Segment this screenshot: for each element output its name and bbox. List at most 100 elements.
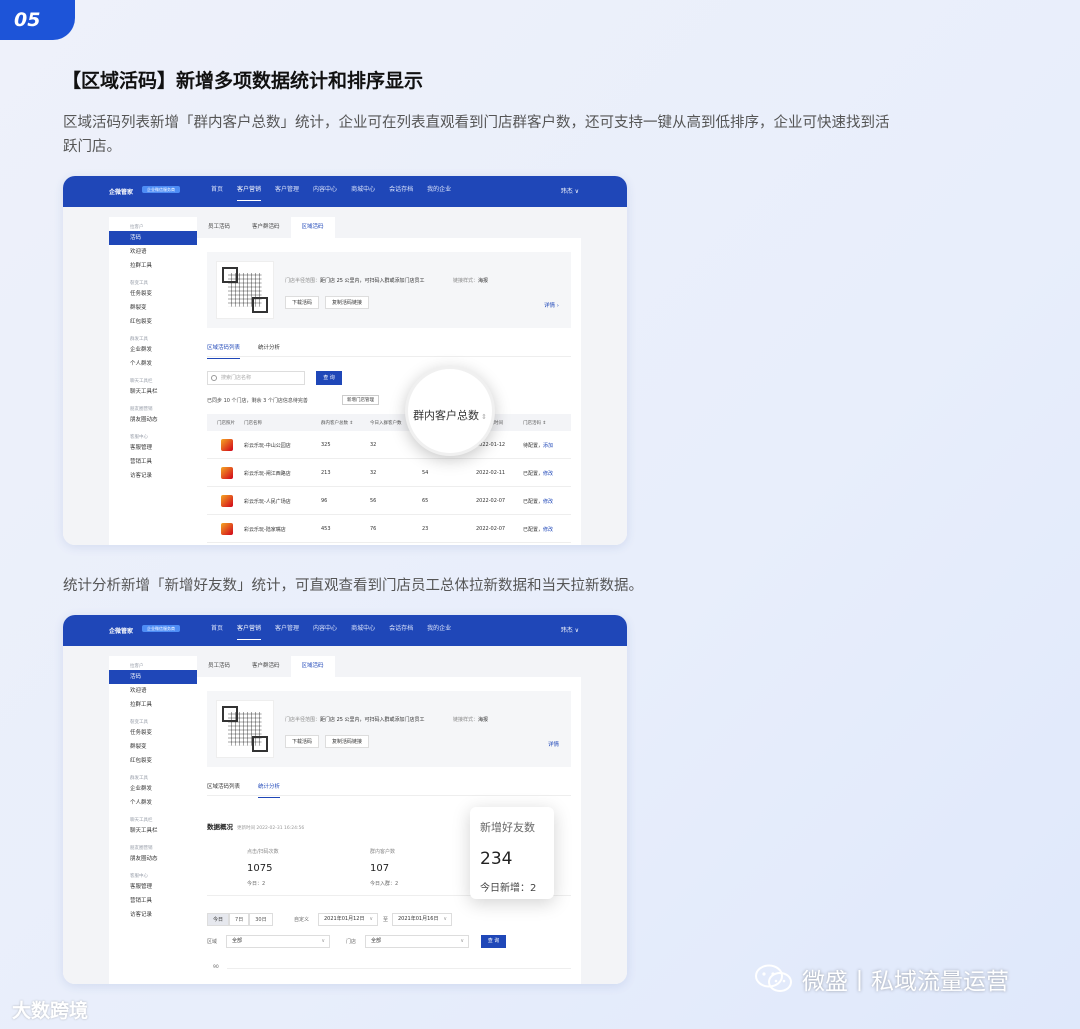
qr-summary-card: 门店半径范围：距门店 25 公里内，可扫码入群或添加门店员工 链接样式：海报 下… <box>207 252 571 328</box>
tab-group-code[interactable]: 客户群活码 <box>241 656 291 677</box>
qr-radius-info: 门店半径范围：距门店 25 公里内，可扫码入群或添加门店员工 <box>285 716 425 723</box>
download-code-button[interactable]: 下载活码 <box>285 296 320 309</box>
sidebar-item-group-fission[interactable]: 群裂变 <box>109 740 197 754</box>
nav-customer-marketing[interactable]: 客户营销 <box>230 615 268 646</box>
sidebar-item-chat-toolbar[interactable]: 聊天工具栏 <box>109 385 197 399</box>
row-action-link[interactable]: 修改 <box>543 499 553 505</box>
tab-area-code-list[interactable]: 区域活码列表 <box>207 343 241 359</box>
app-canvas: 拉客户 活码 欢迎语 拉群工具 裂变工具 任务裂变 群裂变 红包裂变 群发工具 … <box>63 207 627 545</box>
tab-area-code-list[interactable]: 区域活码列表 <box>207 782 240 795</box>
store-select[interactable]: 全部 ∨ <box>365 935 469 948</box>
nav-customer-marketing[interactable]: 客户营销 <box>230 176 268 207</box>
app-brand: 企微管家 <box>109 628 134 635</box>
sidebar-item-live-code[interactable]: 活码 <box>109 231 197 245</box>
custom-label: 自定义 <box>294 917 310 923</box>
store-search-input[interactable]: 搜索门店名称 <box>207 371 305 385</box>
store-logo <box>221 523 233 535</box>
sidebar-item-enterprise-broadcast[interactable]: 企业群发 <box>109 343 197 357</box>
updated-time: 更新时间 2022-02-31 16:24:56 <box>237 826 305 831</box>
range-7d[interactable]: 7日 <box>229 913 250 926</box>
sidebar-item-visitor-records[interactable]: 访客记录 <box>109 469 197 483</box>
tab-area-code[interactable]: 区域活码 <box>290 217 335 238</box>
region-value: 全部 <box>232 938 243 944</box>
region-select[interactable]: 全部 ∨ <box>226 935 330 948</box>
nav-my-enterprise[interactable]: 我的企业 <box>420 615 458 646</box>
col-group-total[interactable]: 群内客户总数 ⇕ <box>321 420 353 426</box>
date-from-picker[interactable]: 2021年01月12日 ∨ <box>318 913 378 926</box>
sidebar-item-service-management[interactable]: 客服管理 <box>109 441 197 455</box>
store-logo <box>221 467 233 479</box>
nav-mall-center[interactable]: 商城中心 <box>344 176 382 207</box>
detail-link[interactable]: 详情 › <box>544 301 559 309</box>
sidebar-item-group-tool[interactable]: 拉群工具 <box>109 698 197 712</box>
nav-content-center[interactable]: 内容中心 <box>306 615 344 646</box>
nav-customer-management[interactable]: 客户管理 <box>268 615 306 646</box>
row-action-link[interactable]: 修改 <box>543 527 553 533</box>
sidebar-item-task-fission[interactable]: 任务裂变 <box>109 726 197 740</box>
query-button[interactable]: 查 询 <box>316 371 342 385</box>
nav-content-center[interactable]: 内容中心 <box>306 176 344 207</box>
status-text: 待配置， <box>523 443 544 449</box>
today-join: 76 <box>370 526 377 532</box>
sidebar-item-redpacket-fission[interactable]: 红包裂变 <box>109 315 197 329</box>
sidebar-item-group-fission[interactable]: 群裂变 <box>109 301 197 315</box>
nav-customer-management[interactable]: 客户管理 <box>268 176 306 207</box>
sidebar-group: 拉客户 <box>130 664 144 669</box>
chart-gridline <box>227 968 571 969</box>
watermark-left-text: 大数跨境 <box>12 1000 89 1022</box>
today-join: 32 <box>370 442 377 448</box>
tab-staff-code[interactable]: 员工活码 <box>197 656 241 677</box>
wechat-icon <box>754 963 794 995</box>
user-menu[interactable]: 玮杰 ∨ <box>561 625 579 634</box>
sidebar-item-marketing-tools[interactable]: 营销工具 <box>109 894 197 908</box>
tab-area-code[interactable]: 区域活码 <box>290 656 335 677</box>
nav-home[interactable]: 首页 <box>204 176 230 207</box>
tab-group-code[interactable]: 客户群活码 <box>241 217 291 238</box>
app-topbar: 企微管家 企业微信服务商 首页 客户营销 客户管理 内容中心 商城中心 会话存档… <box>63 615 627 646</box>
date-to-picker[interactable]: 2021年01月16日 ∨ <box>392 913 452 926</box>
download-code-button[interactable]: 下载活码 <box>285 735 320 748</box>
sidebar-item-visitor-records[interactable]: 访客记录 <box>109 908 197 922</box>
range-30d[interactable]: 30日 <box>249 913 273 926</box>
nav-home[interactable]: 首页 <box>204 615 230 646</box>
stats-query-button[interactable]: 查 询 <box>481 935 506 948</box>
sidebar-item-moments[interactable]: 朋友圈动态 <box>109 852 197 866</box>
sidebar-item-personal-broadcast[interactable]: 个人群发 <box>109 796 197 810</box>
col-store-code[interactable]: 门店活码 ⇕ <box>523 420 546 426</box>
new-friends-popup: 新增好友数 234 今日新增：2 <box>470 807 554 899</box>
store-name: 彩云乐玩-陆家嘴店 <box>244 527 286 533</box>
range-tabs: 今日 7日 30日 <box>207 913 273 926</box>
main-nav: 首页 客户营销 客户管理 内容中心 商城中心 会话存档 我的企业 <box>204 176 458 207</box>
sidebar-item-personal-broadcast[interactable]: 个人群发 <box>109 357 197 371</box>
tab-statistics[interactable]: 统计分析 <box>258 782 281 798</box>
sidebar-item-welcome[interactable]: 欢迎语 <box>109 245 197 259</box>
sidebar-item-welcome[interactable]: 欢迎语 <box>109 684 197 698</box>
sidebar-item-marketing-tools[interactable]: 营销工具 <box>109 455 197 469</box>
sidebar-item-enterprise-broadcast[interactable]: 企业群发 <box>109 782 197 796</box>
detail-link[interactable]: 详情 <box>548 740 559 748</box>
nav-session-archive[interactable]: 会话存档 <box>382 176 420 207</box>
row-action-link[interactable]: 修改 <box>543 471 553 477</box>
sidebar-item-service-management[interactable]: 客服管理 <box>109 880 197 894</box>
updated-date: 2022-02-07 <box>476 526 506 532</box>
tab-staff-code[interactable]: 员工活码 <box>197 217 241 238</box>
copy-link-button[interactable]: 复制活码链接 <box>325 296 370 309</box>
row-action-link[interactable]: 添加 <box>543 443 553 449</box>
nav-mall-center[interactable]: 商城中心 <box>344 615 382 646</box>
sidebar-item-task-fission[interactable]: 任务裂变 <box>109 287 197 301</box>
sidebar-item-redpacket-fission[interactable]: 红包裂变 <box>109 754 197 768</box>
nav-my-enterprise[interactable]: 我的企业 <box>420 176 458 207</box>
range-today[interactable]: 今日 <box>207 913 230 926</box>
sidebar-item-moments[interactable]: 朋友圈动态 <box>109 413 197 427</box>
sidebar-group: 客服中心 <box>130 874 148 879</box>
add-store-button[interactable]: 新增门店管理 <box>342 395 379 405</box>
tab-statistics[interactable]: 统计分析 <box>258 343 280 356</box>
metric-label: 点击/扫码次数 <box>247 849 279 855</box>
sidebar-item-chat-toolbar[interactable]: 聊天工具栏 <box>109 824 197 838</box>
copy-link-button[interactable]: 复制活码链接 <box>325 735 370 748</box>
sidebar-item-live-code[interactable]: 活码 <box>109 670 197 684</box>
watermark-left: 大数跨境 <box>12 996 88 1023</box>
sidebar-item-group-tool[interactable]: 拉群工具 <box>109 259 197 273</box>
user-menu[interactable]: 玮杰 ∨ <box>561 186 579 195</box>
nav-session-archive[interactable]: 会话存档 <box>382 615 420 646</box>
